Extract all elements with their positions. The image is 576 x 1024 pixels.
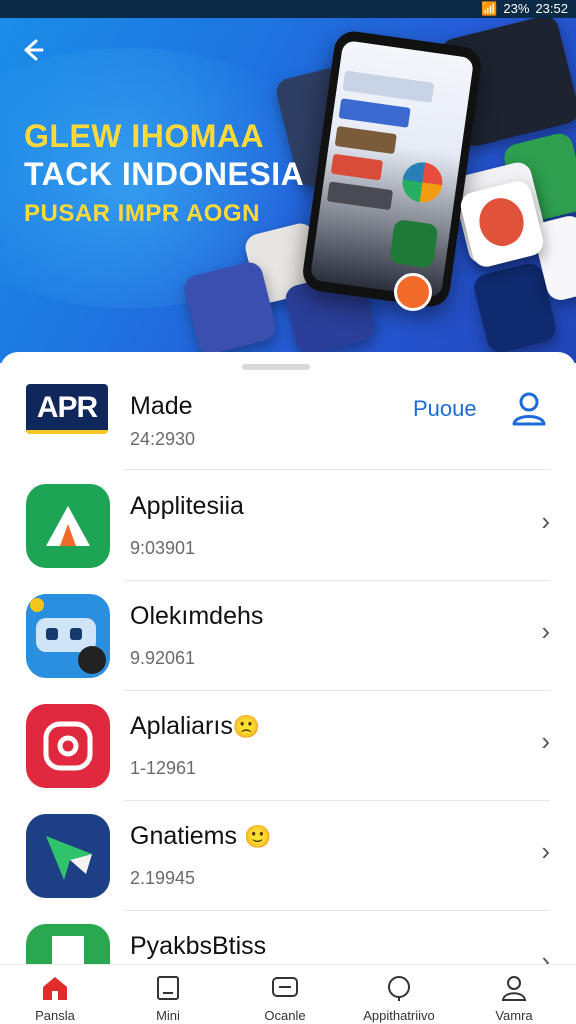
app-subtitle: 1-12961	[130, 758, 197, 778]
nav-label: Vamra	[495, 1008, 533, 1023]
phone-screen-row	[334, 125, 397, 155]
arrow-left-icon	[24, 39, 44, 61]
wifi-icon: 📶	[481, 1, 498, 16]
apr-logo: APR	[26, 384, 108, 434]
star-arrow-app-icon	[26, 814, 110, 898]
list-item[interactable]: Aplaliarıs🙁 1-12961 ›	[0, 690, 576, 800]
nav-item-home[interactable]: Pansla	[0, 965, 110, 1024]
emoji-badge-icon: 🙂	[243, 824, 272, 849]
nav-label: Mini	[156, 1008, 180, 1023]
app-name: Aplaliarıs🙁	[130, 712, 260, 741]
header-item-subtitle: 24:2930	[130, 429, 196, 449]
app-name-text: Aplaliarıs	[130, 712, 233, 740]
nav-item-vamra[interactable]: Vamra	[459, 965, 569, 1024]
phone-screen-row	[338, 98, 411, 128]
colorful-app-icon	[399, 159, 446, 205]
nav-label: Appithatriivo	[363, 1008, 435, 1023]
status-indicators: 📶 23% 23:52	[481, 1, 568, 17]
chevron-right-icon[interactable]: ›	[541, 726, 550, 757]
avatar-face-icon	[474, 193, 529, 251]
app-name: Applitesiia	[130, 492, 244, 520]
app-subtitle: 2.19945	[130, 868, 196, 888]
emoji-badge-icon: 🙁	[232, 714, 261, 739]
app-subtitle: 9.92061	[130, 648, 196, 668]
header-item-title: Made	[130, 392, 193, 420]
home-icon	[43, 977, 67, 1000]
clock: 23:52	[535, 1, 568, 16]
app-name: Olekımdehs	[130, 602, 264, 630]
battery-level: 23%	[503, 1, 530, 16]
list-item[interactable]: Gnatiems 🙂 2.19945 ›	[0, 800, 576, 910]
orange-app-icon	[394, 273, 432, 311]
nav-label: Ocanle	[264, 1008, 306, 1023]
nav-label: Pansla	[35, 1008, 75, 1023]
nav-item-appithatriivo[interactable]: Appithatriivo	[344, 965, 454, 1024]
hero-title-line-3: PUSAR IMPR AOGN	[24, 200, 260, 227]
app-name-text: Gnatiems	[130, 822, 237, 850]
app-subtitle: 9:03901	[130, 538, 196, 558]
header-action-link[interactable]: Puoue	[413, 396, 477, 422]
profile-button[interactable]	[510, 390, 548, 428]
green-triangle-app-icon	[26, 484, 110, 568]
hero-banner: GLEW IHOMAA TACK INDONESIA PUSAR IMPR AO…	[0, 18, 576, 363]
phone-screen-row	[326, 181, 394, 211]
phone-screen-row	[342, 70, 435, 103]
list-item[interactable]: Applitesiia 9:03901 ›	[0, 470, 576, 580]
chevron-right-icon[interactable]: ›	[541, 506, 550, 537]
app-list-sheet: APR Made 24:2930 Puoue Applitesiia 9:039…	[0, 352, 576, 1008]
message-icon	[272, 977, 298, 997]
chevron-right-icon[interactable]: ›	[541, 616, 550, 647]
refresh-icon	[388, 976, 410, 1001]
back-button[interactable]	[18, 36, 50, 68]
person-icon	[512, 392, 546, 426]
green-app-icon	[388, 218, 439, 269]
bottom-navigation: Pansla Mini Ocanle Appithatriivo Vamra	[0, 964, 576, 1024]
hero-title-line-2: TACK INDONESIA	[24, 156, 305, 192]
person-icon	[501, 976, 527, 1001]
sheet-drag-handle[interactable]	[242, 364, 310, 370]
app-name: PyakbsBtiss	[130, 932, 267, 960]
list-item[interactable]: Olekımdehs 9.92061 ›	[0, 580, 576, 690]
tablet-icon	[157, 976, 179, 1000]
red-camera-app-icon	[26, 704, 110, 788]
phone-screen-row	[330, 153, 384, 181]
phone-screen	[309, 39, 475, 299]
robot-app-icon	[26, 594, 110, 678]
chevron-right-icon[interactable]: ›	[541, 836, 550, 867]
nav-item-mini[interactable]: Mini	[113, 965, 223, 1024]
app-name: Gnatiems 🙂	[130, 822, 271, 851]
hero-title-line-1: GLEW IHOMAA	[24, 118, 265, 154]
nav-item-ocanle[interactable]: Ocanle	[230, 965, 340, 1024]
status-bar: 📶 23% 23:52	[0, 0, 576, 18]
